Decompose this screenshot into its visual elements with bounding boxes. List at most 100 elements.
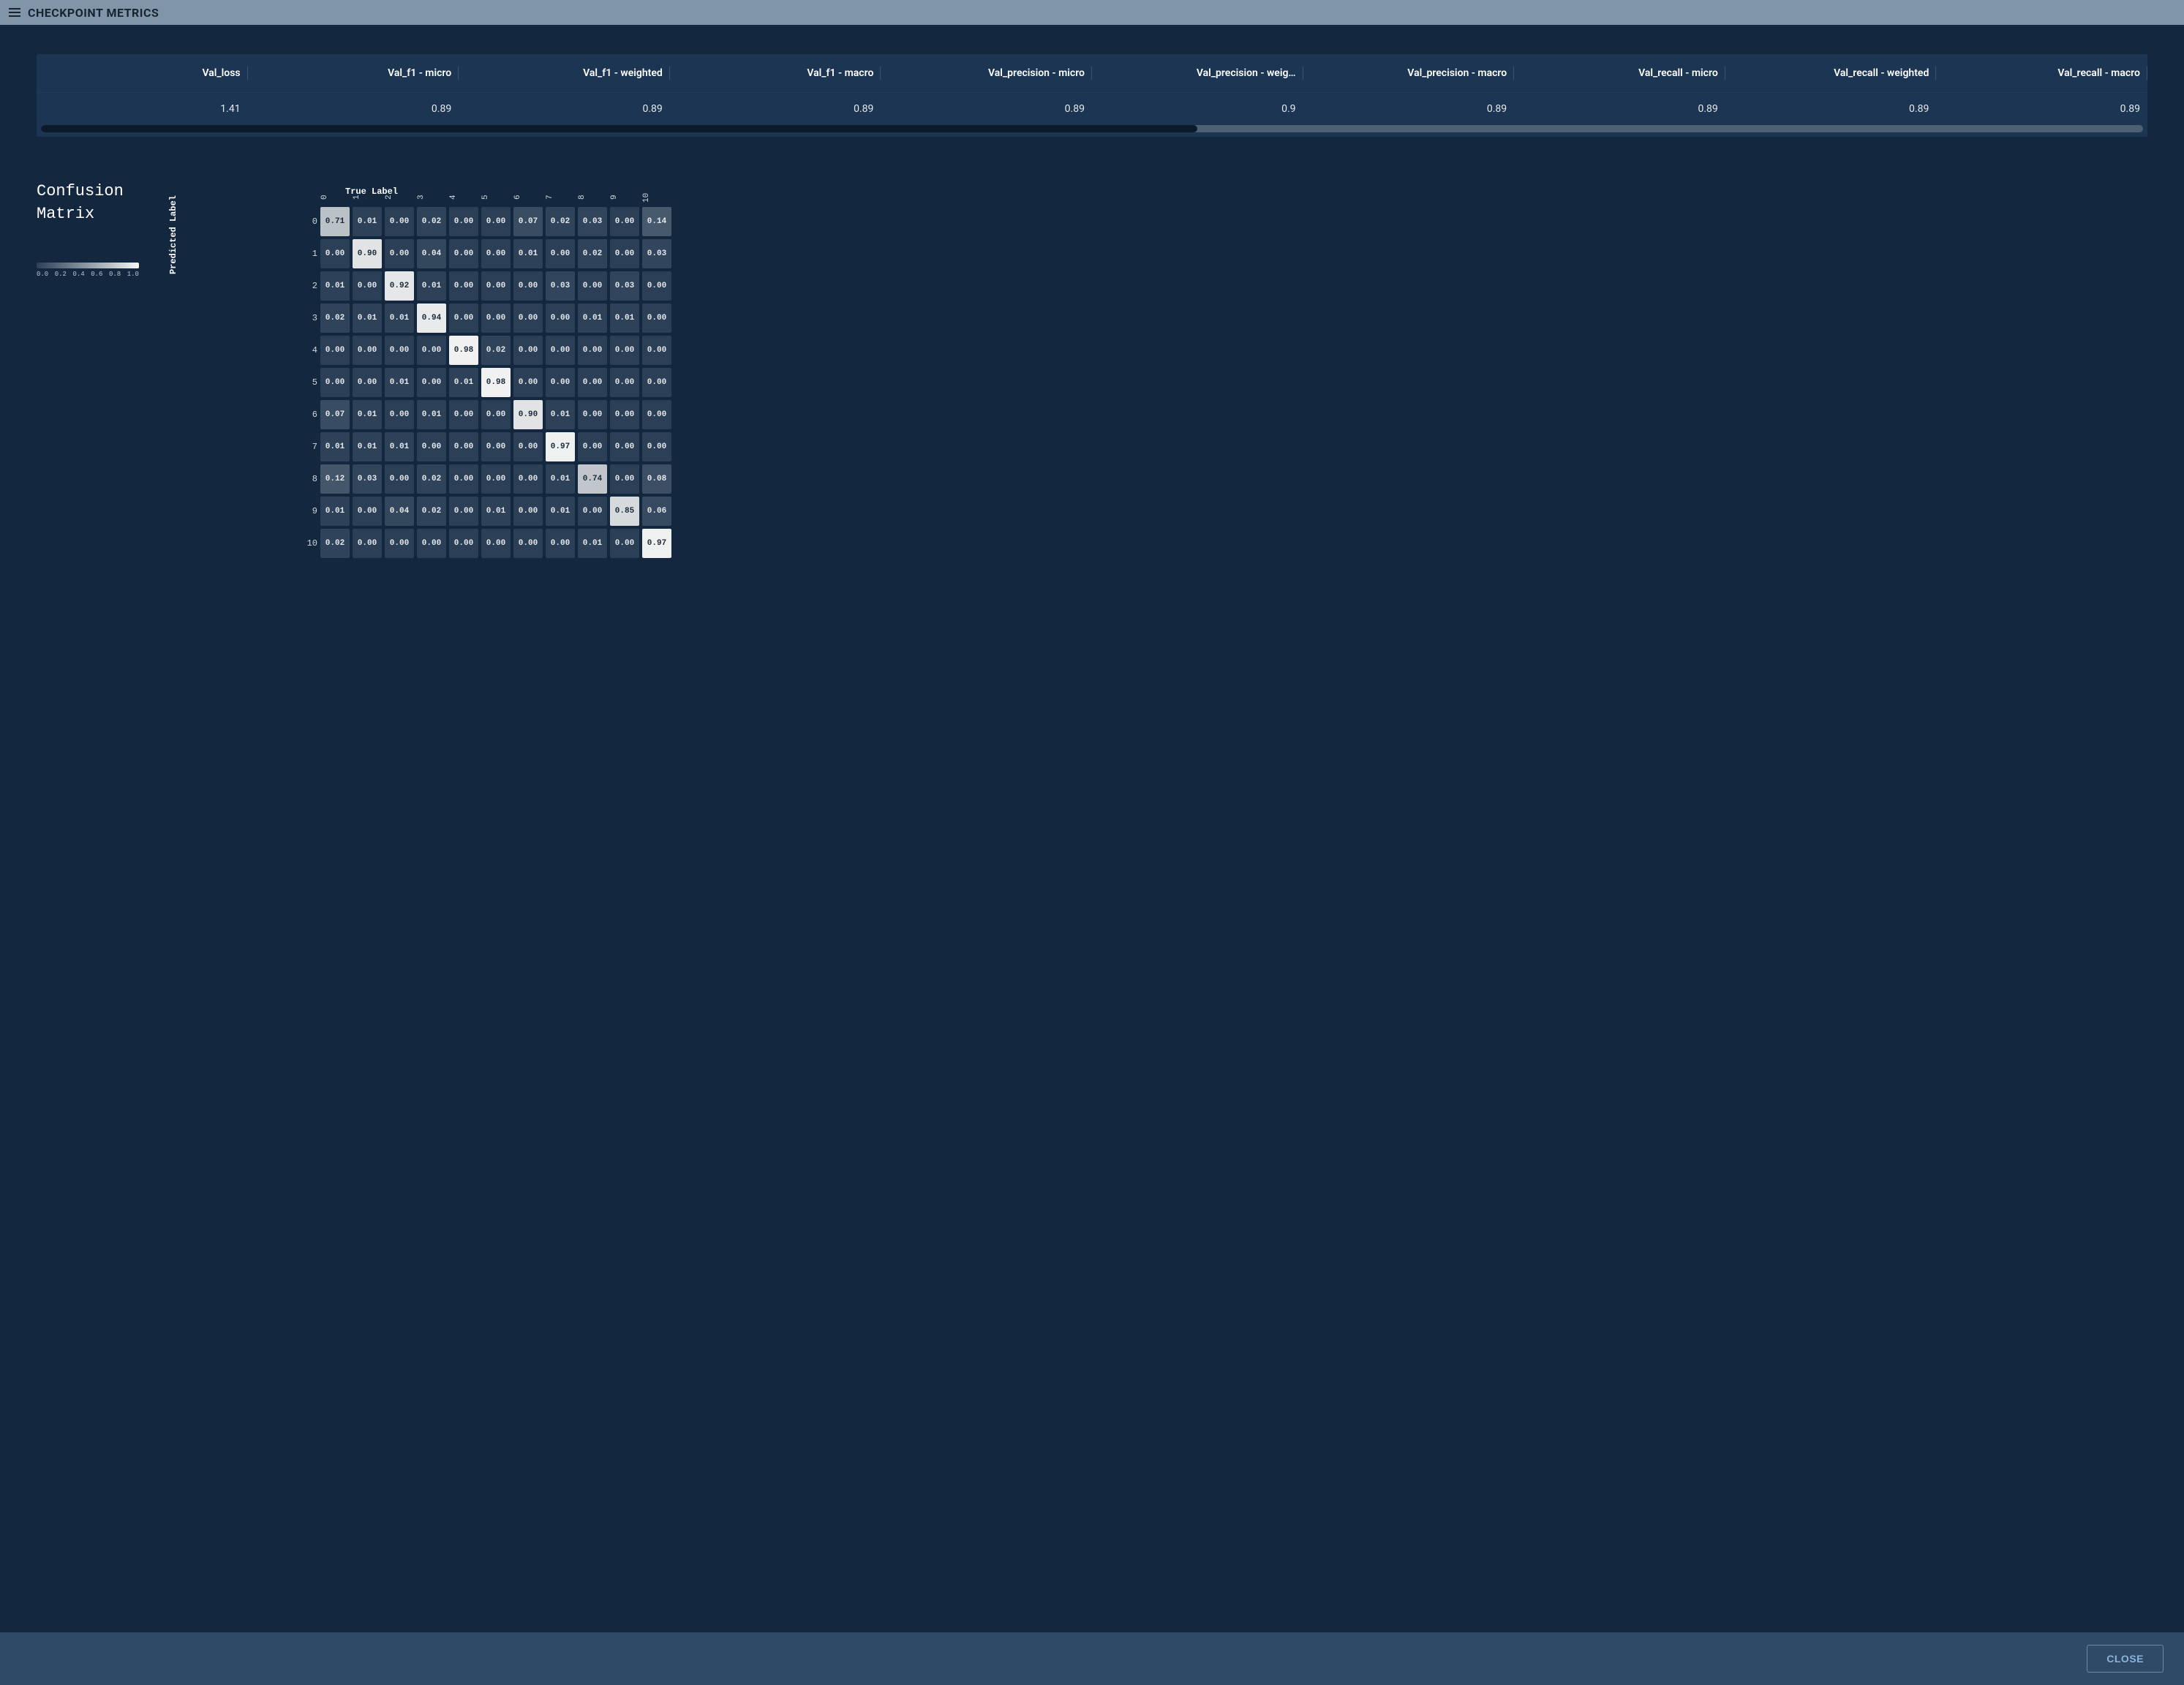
cm-row-label: 2 xyxy=(303,281,317,291)
cm-rows: 00.710.010.000.020.000.000.070.020.030.0… xyxy=(303,207,2147,558)
cm-row-label: 8 xyxy=(303,474,317,484)
close-button[interactable]: CLOSE xyxy=(2087,1645,2164,1673)
cm-cell: 0.00 xyxy=(353,368,382,397)
metrics-cell: 0.89 xyxy=(459,93,670,125)
cm-cell: 0.00 xyxy=(449,239,478,268)
cm-row: 60.070.010.000.010.000.000.900.010.000.0… xyxy=(303,400,2147,429)
metrics-cell: 0.89 xyxy=(1514,93,1725,125)
cm-cell: 0.00 xyxy=(513,336,543,365)
cm-grid: True Label 012345678910 00.710.010.000.0… xyxy=(303,188,2147,558)
cm-cell: 0.00 xyxy=(642,368,671,397)
cm-row-label: 5 xyxy=(303,377,317,388)
cm-cell: 0.90 xyxy=(353,239,382,268)
cm-cell: 0.00 xyxy=(642,432,671,461)
cm-row: 20.010.000.920.010.000.000.000.030.000.0… xyxy=(303,271,2147,301)
cm-cell: 0.00 xyxy=(417,336,446,365)
cm-cell: 0.02 xyxy=(417,497,446,526)
cm-col-label: 5 xyxy=(481,188,513,204)
cm-cell: 0.00 xyxy=(481,400,511,429)
cm-cell: 0.00 xyxy=(610,529,639,558)
metrics-column-header[interactable]: Val_precision - macro xyxy=(1303,54,1515,92)
metrics-column-header[interactable]: Val_recall - weighted xyxy=(1725,54,1937,92)
cm-cell: 0.00 xyxy=(417,432,446,461)
cm-cell: 0.00 xyxy=(610,432,639,461)
cm-col-label: 9 xyxy=(610,188,642,204)
cm-cell: 0.00 xyxy=(417,368,446,397)
cm-title: Confusion Matrix xyxy=(37,181,146,226)
cm-col-label: 2 xyxy=(385,188,417,204)
cm-cell: 0.00 xyxy=(385,529,414,558)
metrics-column-header[interactable]: Val_precision - micro xyxy=(881,54,1092,92)
cm-cell: 0.00 xyxy=(353,529,382,558)
metrics-column-header[interactable]: Val_f1 - macro xyxy=(670,54,881,92)
cm-cell: 0.01 xyxy=(320,271,350,301)
cm-color-scale: 0.00.20.40.60.81.0 xyxy=(37,263,139,278)
cm-col-label: 0 xyxy=(320,188,353,204)
cm-cell: 0.00 xyxy=(449,400,478,429)
metrics-cell: 0.89 xyxy=(881,93,1092,125)
metrics-column-header[interactable]: Val_recall - micro xyxy=(1514,54,1725,92)
cm-cell: 0.00 xyxy=(610,207,639,236)
cm-cell: 0.92 xyxy=(385,271,414,301)
cm-cell: 0.03 xyxy=(610,271,639,301)
menu-icon[interactable] xyxy=(9,8,20,17)
cm-left-panel: Confusion Matrix 0.00.20.40.60.81.0 xyxy=(37,181,146,278)
cm-cell: 0.07 xyxy=(320,400,350,429)
cm-col-label: 6 xyxy=(513,188,546,204)
cm-cell: 0.97 xyxy=(642,529,671,558)
cm-scale-ticks: 0.00.20.40.60.81.0 xyxy=(37,271,139,278)
metrics-cell: 1.41 xyxy=(37,93,248,125)
metrics-column-header[interactable]: Val_loss xyxy=(37,54,248,92)
cm-cell: 0.01 xyxy=(353,207,382,236)
metrics-cell: 0.89 xyxy=(1936,93,2147,125)
cm-cell: 0.12 xyxy=(320,464,350,494)
cm-row: 90.010.000.040.020.000.010.000.010.000.8… xyxy=(303,497,2147,526)
cm-cell: 0.00 xyxy=(449,432,478,461)
cm-cell: 0.03 xyxy=(578,207,607,236)
cm-cell: 0.00 xyxy=(513,497,543,526)
metrics-scrollbar[interactable] xyxy=(41,125,2143,132)
cm-cell: 0.00 xyxy=(320,368,350,397)
cm-cell: 0.00 xyxy=(546,336,575,365)
cm-cell: 0.00 xyxy=(513,271,543,301)
cm-cell: 0.00 xyxy=(610,464,639,494)
cm-cell: 0.00 xyxy=(578,400,607,429)
cm-scale-tick: 0.6 xyxy=(91,271,102,278)
predicted-label-axis: Predicted Label xyxy=(168,195,178,274)
metrics-scrollbar-thumb[interactable] xyxy=(41,125,1197,132)
cm-cell: 0.00 xyxy=(513,304,543,333)
cm-cell: 0.01 xyxy=(353,304,382,333)
metrics-column-header[interactable]: Val_recall - macro xyxy=(1936,54,2147,92)
cm-row: 00.710.010.000.020.000.000.070.020.030.0… xyxy=(303,207,2147,236)
cm-cell: 0.00 xyxy=(578,336,607,365)
metrics-column-header[interactable]: Val_f1 - weighted xyxy=(459,54,670,92)
cm-cell: 0.97 xyxy=(546,432,575,461)
cm-cell: 0.02 xyxy=(417,207,446,236)
cm-cell: 0.02 xyxy=(546,207,575,236)
cm-cell: 0.01 xyxy=(513,239,543,268)
cm-row: 40.000.000.000.000.980.020.000.000.000.0… xyxy=(303,336,2147,365)
cm-right-panel: True Label 012345678910 00.710.010.000.0… xyxy=(303,181,2147,558)
cm-cell: 0.98 xyxy=(481,368,511,397)
cm-cell: 0.00 xyxy=(610,368,639,397)
cm-cell: 0.85 xyxy=(610,497,639,526)
metrics-column-header[interactable]: Val_f1 - micro xyxy=(248,54,459,92)
topbar: CHECKPOINT METRICS xyxy=(0,0,2184,25)
cm-cell: 0.00 xyxy=(513,368,543,397)
cm-cell: 0.14 xyxy=(642,207,671,236)
cm-row-label: 6 xyxy=(303,410,317,420)
cm-row-label: 9 xyxy=(303,506,317,516)
cm-col-label: 7 xyxy=(546,188,578,204)
cm-row-label: 7 xyxy=(303,442,317,452)
cm-cell: 0.00 xyxy=(610,336,639,365)
cm-row: 70.010.010.010.000.000.000.000.970.000.0… xyxy=(303,432,2147,461)
cm-col-label: 10 xyxy=(642,188,674,204)
cm-cell: 0.02 xyxy=(417,464,446,494)
cm-cell: 0.03 xyxy=(546,271,575,301)
cm-cell: 0.03 xyxy=(353,464,382,494)
cm-cell: 0.00 xyxy=(320,239,350,268)
metrics-column-header[interactable]: Val_precision - weig… xyxy=(1092,54,1303,92)
cm-cell: 0.98 xyxy=(449,336,478,365)
cm-row: 50.000.000.010.000.010.980.000.000.000.0… xyxy=(303,368,2147,397)
cm-cell: 0.04 xyxy=(417,239,446,268)
